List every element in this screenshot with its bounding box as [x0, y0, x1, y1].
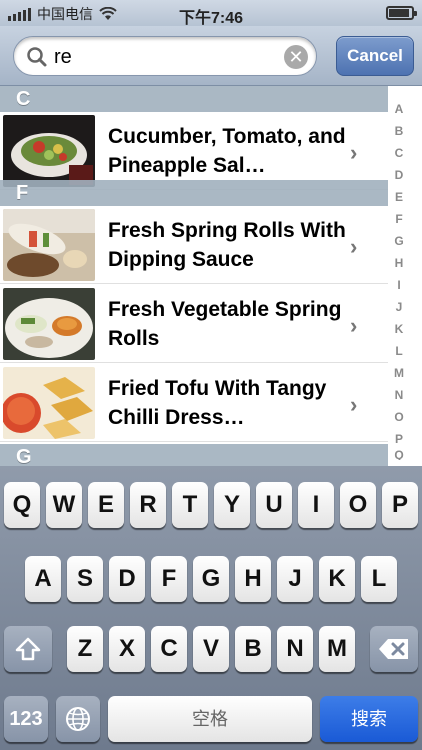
battery-charging-icon — [386, 6, 417, 20]
shift-icon — [15, 637, 41, 661]
key-p[interactable]: P — [382, 482, 418, 528]
index-letter[interactable]: Q — [388, 450, 410, 460]
key-h[interactable]: H — [235, 556, 271, 602]
key-k[interactable]: K — [319, 556, 355, 602]
index-letter[interactable]: C — [388, 142, 410, 164]
index-letter[interactable]: P — [388, 428, 410, 450]
key-d[interactable]: D — [109, 556, 145, 602]
recipe-title: Fried Tofu With Tangy Chilli Dress… — [108, 377, 327, 429]
chevron-right-icon: › — [350, 313, 358, 338]
key-l[interactable]: L — [361, 556, 397, 602]
search-key[interactable]: 搜索 — [320, 696, 418, 742]
index-letter[interactable]: H — [388, 252, 410, 274]
key-m[interactable]: M — [319, 626, 355, 672]
list-item[interactable]: Cucumber, Tomato, and Pineapple Sal… › — [0, 112, 388, 190]
key-y[interactable]: Y — [214, 482, 250, 528]
numbers-key[interactable]: 123 — [4, 696, 48, 742]
cancel-button[interactable]: Cancel — [336, 36, 414, 76]
globe-key[interactable] — [56, 696, 100, 742]
index-letter[interactable]: A — [388, 98, 410, 120]
search-icon — [27, 47, 47, 67]
search-field[interactable]: ✕ — [13, 36, 317, 76]
backspace-icon — [379, 639, 408, 659]
vegetable-rolls-thumbnail — [3, 288, 95, 360]
search-bar: ✕ Cancel — [0, 26, 422, 86]
index-letter[interactable]: M — [388, 362, 410, 384]
index-letter[interactable]: E — [388, 186, 410, 208]
list-item[interactable]: Fresh Vegetable Spring Rolls › — [0, 285, 388, 363]
key-i[interactable]: I — [298, 482, 334, 528]
index-letter[interactable]: L — [388, 340, 410, 362]
key-f[interactable]: F — [151, 556, 187, 602]
chevron-right-icon: › — [350, 392, 358, 417]
chevron-right-icon: › — [350, 234, 358, 259]
index-letter[interactable]: F — [388, 208, 410, 230]
recipe-title: Fresh Spring Rolls With Dipping Sauce — [108, 219, 346, 271]
key-r[interactable]: R — [130, 482, 166, 528]
list-item[interactable]: Fresh Spring Rolls With Dipping Sauce › — [0, 206, 388, 284]
status-time: 下午7:46 — [178, 10, 244, 27]
shift-key[interactable] — [4, 626, 52, 672]
key-n[interactable]: N — [277, 626, 313, 672]
index-letter[interactable]: G — [388, 230, 410, 252]
key-x[interactable]: X — [109, 626, 145, 672]
recipe-title: Cucumber, Tomato, and Pineapple Sal… — [108, 125, 346, 177]
key-c[interactable]: C — [151, 626, 187, 672]
key-u[interactable]: U — [256, 482, 292, 528]
section-header-c: C — [0, 86, 388, 112]
key-b[interactable]: B — [235, 626, 271, 672]
key-j[interactable]: J — [277, 556, 313, 602]
index-letter[interactable]: D — [388, 164, 410, 186]
key-a[interactable]: A — [25, 556, 61, 602]
key-e[interactable]: E — [88, 482, 124, 528]
chevron-right-icon: › — [350, 140, 358, 165]
status-bar: 中国电信 下午7:46 — [0, 0, 422, 27]
space-key[interactable]: 空格 — [108, 696, 312, 742]
section-header-g: G — [0, 444, 388, 466]
index-letter[interactable]: O — [388, 406, 410, 428]
key-o[interactable]: O — [340, 482, 376, 528]
key-t[interactable]: T — [172, 482, 208, 528]
fried-tofu-thumbnail — [3, 367, 95, 439]
key-v[interactable]: V — [193, 626, 229, 672]
index-letter[interactable]: N — [388, 384, 410, 406]
cucumber-salad-thumbnail — [3, 115, 95, 187]
index-letter[interactable]: K — [388, 318, 410, 340]
key-q[interactable]: Q — [4, 482, 40, 528]
key-g[interactable]: G — [193, 556, 229, 602]
recipe-title: Fresh Vegetable Spring Rolls — [108, 298, 342, 350]
key-w[interactable]: W — [46, 482, 82, 528]
section-index[interactable]: A B C D E F G H I J K L M N O P Q — [388, 98, 410, 460]
key-s[interactable]: S — [67, 556, 103, 602]
section-header-f: F — [0, 180, 388, 206]
index-letter[interactable]: J — [388, 296, 410, 318]
spring-rolls-thumbnail — [3, 209, 95, 281]
keyboard: Q W E R T Y U I O P A S D F G H J K L Z … — [0, 466, 422, 750]
globe-icon — [66, 707, 90, 731]
clear-icon[interactable]: ✕ — [284, 45, 308, 69]
backspace-key[interactable] — [370, 626, 418, 672]
list-item[interactable]: Fried Tofu With Tangy Chilli Dress… › — [0, 364, 388, 442]
index-letter[interactable]: B — [388, 120, 410, 142]
index-letter[interactable]: I — [388, 274, 410, 296]
key-z[interactable]: Z — [67, 626, 103, 672]
recipe-list[interactable]: C Cucumber, Tomato, and Pineapple Sal… ›… — [0, 86, 422, 466]
search-input[interactable] — [54, 43, 264, 71]
